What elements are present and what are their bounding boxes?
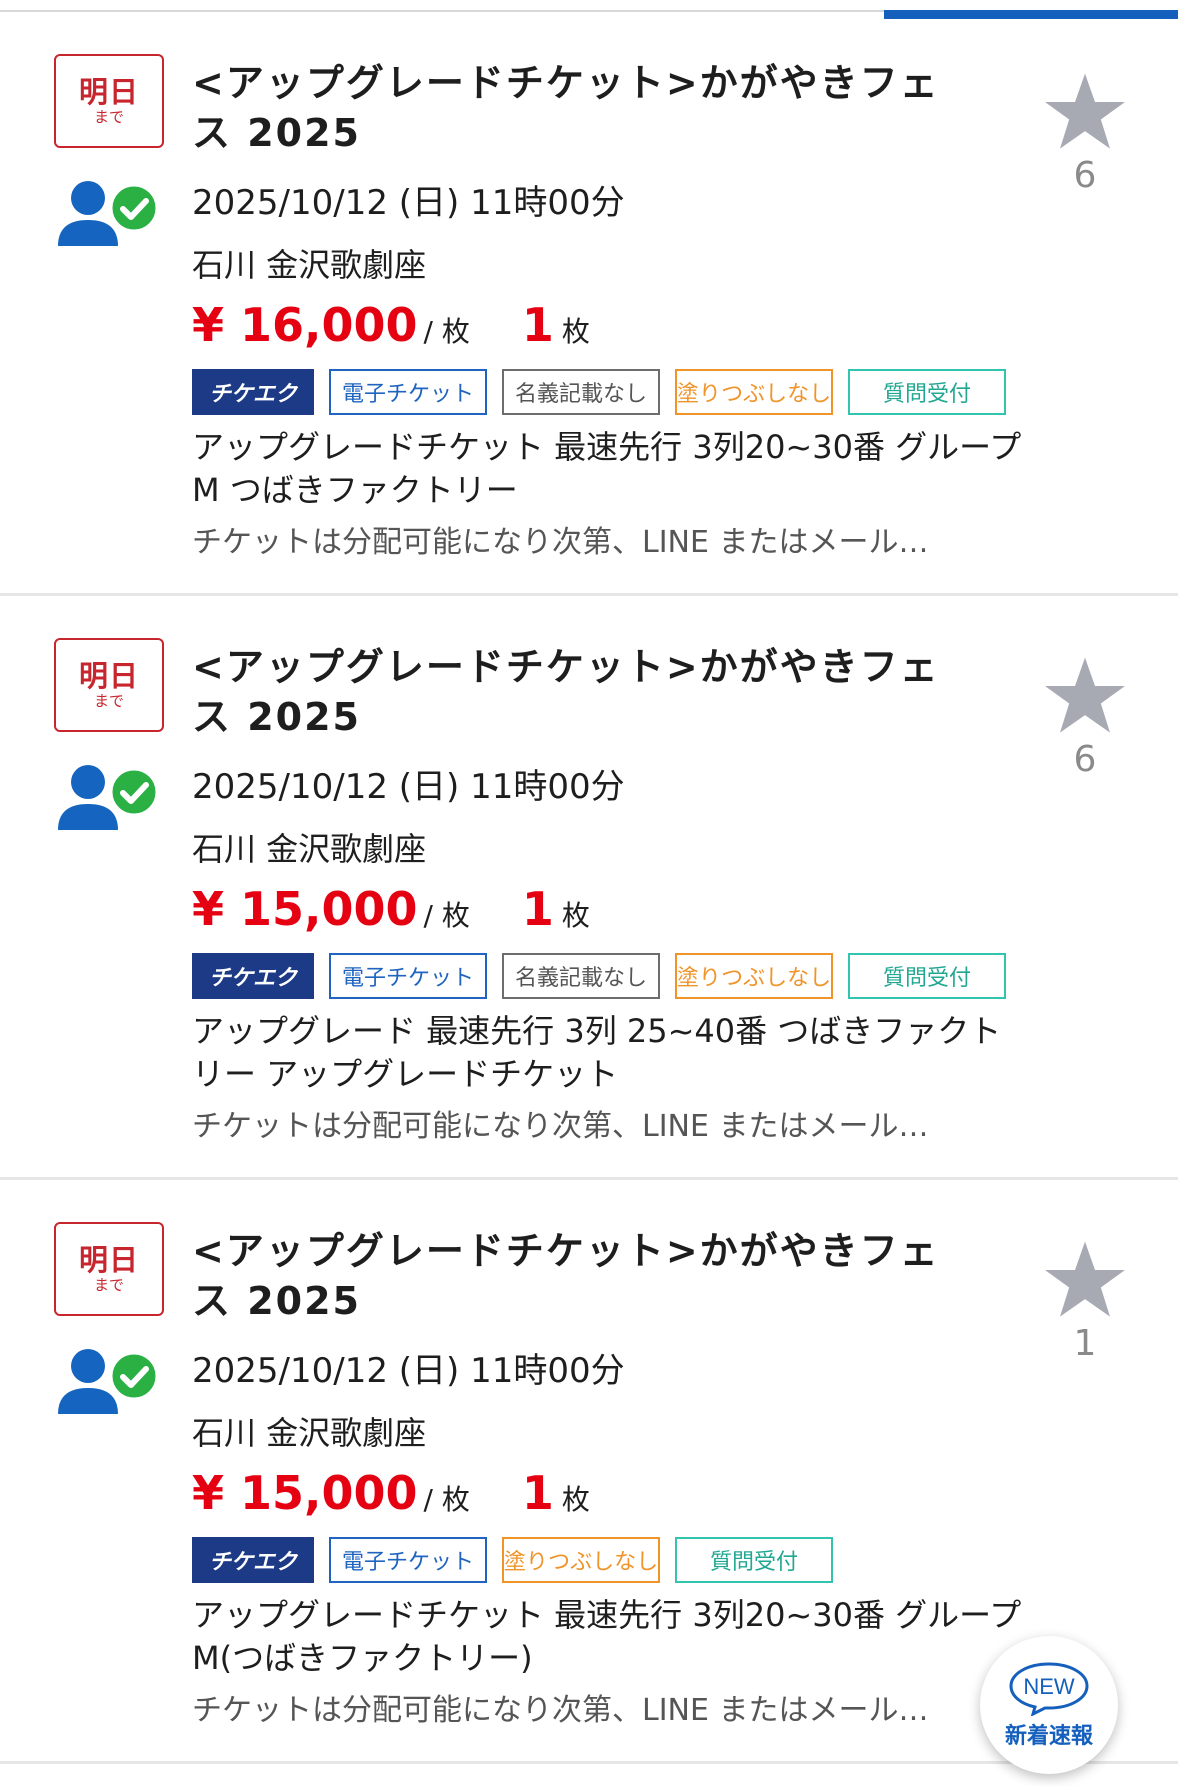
- new-badge-text: NEW: [1023, 1674, 1075, 1699]
- price-row: ¥ 15,000/ 枚 1枚: [192, 1466, 590, 1526]
- quantity-unit: 枚: [561, 315, 590, 348]
- per-unit: / 枚: [423, 315, 470, 348]
- listing-item[interactable]: 明日 まで <アップグレードチケット>かがやきフェス 2025 2025/10/…: [0, 12, 1178, 596]
- verified-user-icon: [58, 181, 159, 246]
- price: ¥ 15,000: [192, 882, 418, 936]
- deadline-main: 明日: [78, 1243, 139, 1277]
- tag-questions: 質問受付: [848, 369, 1006, 415]
- per-unit: / 枚: [423, 899, 470, 932]
- star-icon: [1045, 657, 1125, 733]
- favorite-count: 1: [1073, 1323, 1097, 1364]
- deadline-badge: 明日 まで: [54, 1222, 164, 1316]
- tag-no-fill: 塗りつぶしなし: [502, 1537, 660, 1583]
- verified-user-icon: [58, 765, 159, 830]
- quantity: 1: [521, 1466, 554, 1520]
- quantity-unit: 枚: [561, 1483, 590, 1516]
- tag-chikeeku: チケエク: [192, 1537, 314, 1583]
- favorite-button[interactable]: 6: [1040, 72, 1130, 196]
- favorite-count: 6: [1073, 739, 1097, 780]
- listing-note: チケットは分配可能になり次第、LINE またはメール…: [192, 1693, 929, 1728]
- listing-description: アップグレードチケット 最速先行 3列20~30番 グループM つばきファクトリ…: [192, 428, 1022, 509]
- event-date: 2025/10/12 (日) 11時00分: [192, 1351, 625, 1391]
- tag-eticket: 電子チケット: [329, 369, 487, 415]
- tag-questions: 質問受付: [848, 953, 1006, 999]
- price-row: ¥ 15,000/ 枚 1枚: [192, 882, 590, 942]
- deadline-sub: まで: [93, 1276, 124, 1294]
- price: ¥ 16,000: [192, 298, 418, 352]
- event-date: 2025/10/12 (日) 11時00分: [192, 183, 625, 223]
- deadline-badge: 明日 まで: [54, 54, 164, 148]
- listing-description: アップグレード 最速先行 3列 25~40番 つばきファクトリー アップグレード…: [192, 1012, 1002, 1093]
- favorite-button[interactable]: 1: [1040, 1240, 1130, 1364]
- tag-list: チケエク 電子チケット 名義記載なし 塗りつぶしなし 質問受付: [192, 369, 1006, 415]
- tag-questions: 質問受付: [675, 1537, 833, 1583]
- tag-eticket: 電子チケット: [329, 1537, 487, 1583]
- deadline-main: 明日: [78, 75, 139, 109]
- new-arrivals-button[interactable]: NEW 新着速報: [980, 1636, 1118, 1774]
- listing-note: チケットは分配可能になり次第、LINE またはメール…: [192, 1109, 929, 1144]
- new-bubble-icon: NEW: [1009, 1662, 1089, 1716]
- event-venue: 石川 金沢歌劇座: [192, 246, 427, 284]
- star-icon: [1045, 1241, 1125, 1317]
- event-title[interactable]: <アップグレードチケット>かがやきフェス 2025: [192, 642, 972, 742]
- tag-eticket: 電子チケット: [329, 953, 487, 999]
- event-title[interactable]: <アップグレードチケット>かがやきフェス 2025: [192, 58, 972, 158]
- star-icon: [1045, 73, 1125, 149]
- event-title[interactable]: <アップグレードチケット>かがやきフェス 2025: [192, 1226, 972, 1326]
- tag-chikeeku: チケエク: [192, 369, 314, 415]
- listing-note: チケットは分配可能になり次第、LINE またはメール…: [192, 525, 929, 560]
- listing-item[interactable]: 明日 まで <アップグレードチケット>かがやきフェス 2025 2025/10/…: [0, 596, 1178, 1180]
- tag-list: チケエク 電子チケット 塗りつぶしなし 質問受付: [192, 1537, 833, 1583]
- tag-list: チケエク 電子チケット 名義記載なし 塗りつぶしなし 質問受付: [192, 953, 1006, 999]
- tag-chikeeku: チケエク: [192, 953, 314, 999]
- tag-no-name: 名義記載なし: [502, 953, 660, 999]
- quantity: 1: [521, 882, 554, 936]
- deadline-main: 明日: [78, 659, 139, 693]
- price: ¥ 15,000: [192, 1466, 418, 1520]
- quantity-unit: 枚: [561, 899, 590, 932]
- tag-no-fill: 塗りつぶしなし: [675, 369, 833, 415]
- deadline-sub: まで: [93, 692, 124, 710]
- tag-no-name: 名義記載なし: [502, 369, 660, 415]
- event-venue: 石川 金沢歌劇座: [192, 1414, 427, 1452]
- price-row: ¥ 16,000/ 枚 1枚: [192, 298, 590, 358]
- deadline-badge: 明日 まで: [54, 638, 164, 732]
- listing-description: アップグレードチケット 最速先行 3列20~30番 グループM(つばきファクトリ…: [192, 1596, 1022, 1677]
- favorite-count: 6: [1073, 155, 1097, 196]
- new-arrivals-label: 新着速報: [1004, 1724, 1093, 1749]
- verified-user-icon: [58, 1349, 159, 1414]
- tag-no-fill: 塗りつぶしなし: [675, 953, 833, 999]
- deadline-sub: まで: [93, 108, 124, 126]
- event-venue: 石川 金沢歌劇座: [192, 830, 427, 868]
- quantity: 1: [521, 298, 554, 352]
- event-date: 2025/10/12 (日) 11時00分: [192, 767, 625, 807]
- per-unit: / 枚: [423, 1483, 470, 1516]
- favorite-button[interactable]: 6: [1040, 656, 1130, 780]
